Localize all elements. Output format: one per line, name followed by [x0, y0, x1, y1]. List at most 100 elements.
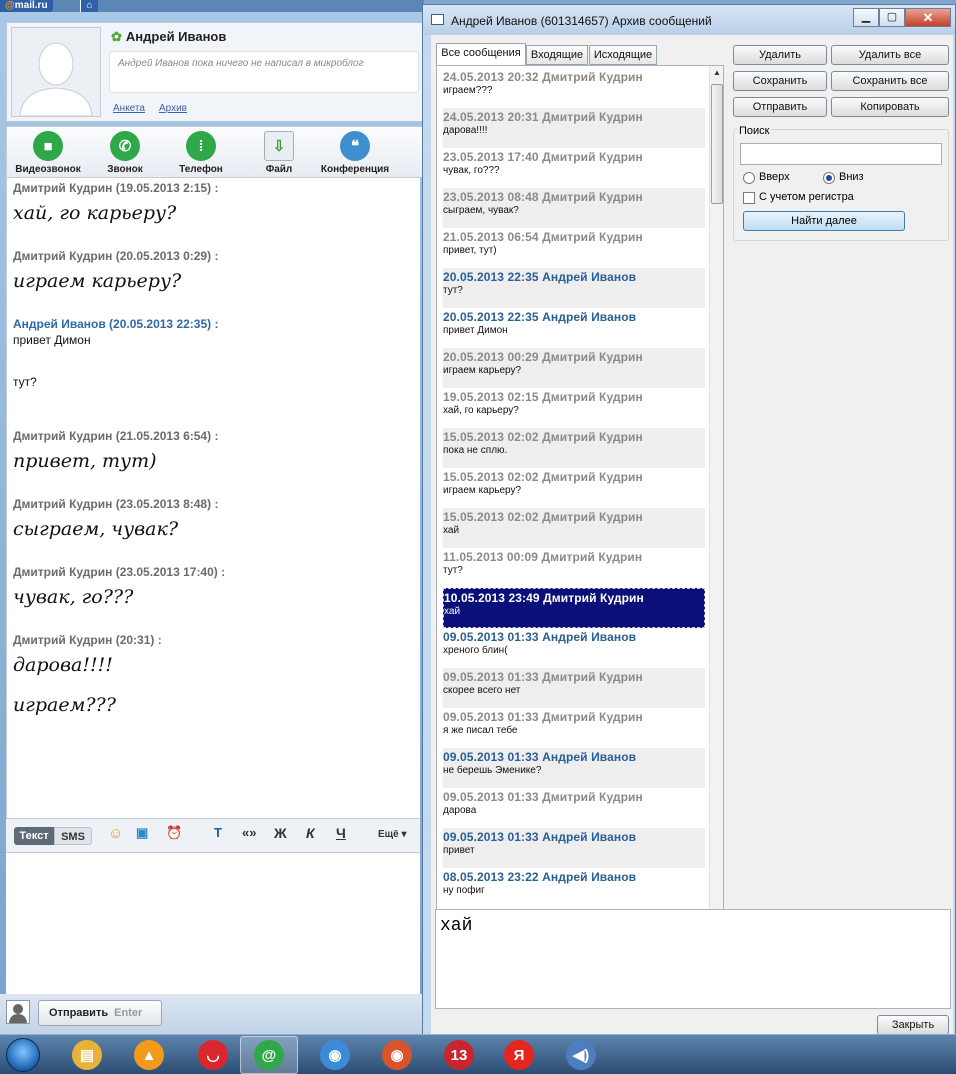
bold-button[interactable]: Ж: [274, 825, 287, 841]
scrollbar-thumb[interactable]: [711, 84, 723, 204]
send-button[interactable]: Отправить Enter: [38, 1000, 162, 1026]
profile-name: ✿ Андрей Иванов: [111, 29, 227, 44]
copy-button[interactable]: Копировать: [831, 97, 949, 117]
message-preview[interactable]: хай: [435, 909, 951, 1009]
file-button[interactable]: ⇩ Файл: [257, 131, 301, 175]
archive-message-body: тут?: [443, 285, 463, 296]
archive-message[interactable]: 11.05.2013 00:09 Дмитрий Кудрин тут?: [443, 548, 705, 588]
profile-link[interactable]: Анкета: [113, 103, 145, 114]
archive-message[interactable]: 20.05.2013 22:35 Андрей Иванов тут?: [443, 268, 705, 308]
sms-mode-tab[interactable]: SMS: [54, 827, 92, 845]
archive-message[interactable]: 20.05.2013 00:29 Дмитрий Кудрин играем ка…: [443, 348, 705, 388]
video-call-button[interactable]: ■ Видеозвонок: [13, 131, 83, 175]
scroll-up-icon[interactable]: ▲: [713, 68, 721, 77]
underline-button[interactable]: Ч: [336, 825, 346, 841]
archive-message[interactable]: 09.05.2013 01:33 Дмитрий Кудрин скорее вс…: [443, 668, 705, 708]
message-sender: Дмитрий Кудрин (20.05.2013 0:29) :: [13, 249, 219, 263]
lips-icon: ◡: [198, 1040, 228, 1070]
volume-icon: ◀): [566, 1040, 596, 1070]
taskbar-button[interactable]: ◉: [306, 1036, 364, 1074]
taskbar-button[interactable]: ◡: [184, 1036, 242, 1074]
delete-button[interactable]: Удалить: [733, 45, 827, 65]
archive-message[interactable]: 20.05.2013 22:35 Андрей Иванов привет Дим…: [443, 308, 705, 348]
archive-message-body: играем карьеру?: [443, 365, 522, 376]
tab-outgoing[interactable]: Исходящие: [589, 45, 657, 65]
taskbar-button[interactable]: @: [240, 1036, 298, 1074]
microblog-status[interactable]: Андрей Иванов пока ничего не написал в м…: [109, 51, 419, 93]
case-sensitive-checkbox[interactable]: [743, 192, 755, 204]
archive-message[interactable]: 09.05.2013 01:33 Андрей Иванов привет: [443, 828, 705, 868]
tab-incoming[interactable]: Входящие: [526, 45, 588, 65]
archive-message[interactable]: 15.05.2013 02:02 Дмитрий Кудрин хай: [443, 508, 705, 548]
mailru-logo[interactable]: @mail.ru: [0, 0, 53, 12]
phone-button[interactable]: ⁞ Телефон: [173, 131, 229, 175]
archive-message-header: 20.05.2013 22:35 Андрей Иванов: [443, 270, 637, 284]
explorer-icon: ▤: [72, 1040, 102, 1070]
archive-message[interactable]: 09.05.2013 01:33 Дмитрий Кудрин я же писа…: [443, 708, 705, 748]
file-download-icon: ⇩: [264, 131, 294, 161]
alarm-icon[interactable]: ⏰: [166, 825, 182, 841]
text-mode-tab[interactable]: Текст: [14, 827, 54, 845]
archive-message[interactable]: 10.05.2013 23:49 Дмитрий Кудрин хай: [443, 588, 705, 628]
profile-links: Анкета Архив: [113, 103, 201, 114]
archive-message[interactable]: 24.05.2013 20:31 Дмитрий Кудрин дарова!!!…: [443, 108, 705, 148]
archive-message-body: хай: [444, 606, 461, 617]
archive-message[interactable]: 21.05.2013 06:54 Дмитрий Кудрин привет, т…: [443, 228, 705, 268]
more-button[interactable]: Ещё ▾: [378, 829, 406, 840]
tv-icon[interactable]: ▣: [136, 825, 148, 841]
tab-all-messages[interactable]: Все сообщения: [436, 43, 526, 66]
smiley-icon[interactable]: ☺: [108, 825, 123, 842]
search-label: Поиск: [737, 125, 772, 137]
archive-message[interactable]: 23.05.2013 08:48 Дмитрий Кудрин сыграем, …: [443, 188, 705, 228]
archive-message-header: 09.05.2013 01:33 Андрей Иванов: [443, 830, 637, 844]
delete-all-button[interactable]: Удалить все: [831, 45, 949, 65]
save-button[interactable]: Сохранить: [733, 71, 827, 91]
maximize-icon[interactable]: ▢: [879, 8, 905, 27]
archive-message[interactable]: 08.05.2013 23:22 Андрей Иванов ну пофиг: [443, 868, 705, 908]
radio-down[interactable]: [823, 172, 835, 184]
start-button[interactable]: [6, 1038, 40, 1072]
text-style-icon[interactable]: T: [214, 825, 222, 840]
taskbar-button[interactable]: ◀): [552, 1036, 610, 1074]
message-list[interactable]: 24.05.2013 20:32 Дмитрий Кудрин играем???…: [436, 65, 724, 933]
archive-titlebar[interactable]: Андрей Иванов (601314657) Архив сообщени…: [423, 5, 955, 35]
call-button[interactable]: ✆ Звонок: [99, 131, 151, 175]
call-toolbar: ■ Видеозвонок ✆ Звонок ⁞ Телефон ⇩ Файл ❝ Кон…: [6, 126, 424, 178]
message-input[interactable]: [6, 852, 420, 994]
send-archive-button[interactable]: Отправить: [733, 97, 827, 117]
find-next-button[interactable]: Найти далее: [743, 211, 905, 231]
quote-button[interactable]: «»: [242, 825, 256, 840]
contact-avatar-icon[interactable]: [6, 1000, 30, 1024]
taskbar-button[interactable]: ▤: [58, 1036, 116, 1074]
archive-message-body: чувак, го???: [443, 165, 500, 176]
avatar[interactable]: [11, 27, 101, 117]
taskbar-button[interactable]: ◉: [368, 1036, 426, 1074]
close-icon[interactable]: ✕: [905, 8, 951, 27]
home-icon[interactable]: ⌂: [80, 0, 98, 12]
search-input[interactable]: [740, 143, 942, 165]
archive-message[interactable]: 23.05.2013 17:40 Дмитрий Кудрин чувак, го…: [443, 148, 705, 188]
radio-up[interactable]: [743, 172, 755, 184]
archive-message[interactable]: 19.05.2013 02:15 Дмитрий Кудрин хай, го к…: [443, 388, 705, 428]
close-button[interactable]: Закрыть: [877, 1015, 949, 1035]
taskbar-button[interactable]: ▲: [120, 1036, 178, 1074]
archive-link[interactable]: Архив: [159, 103, 187, 114]
archive-message[interactable]: 09.05.2013 01:33 Андрей Иванов не берешь …: [443, 748, 705, 788]
taskbar-button[interactable]: 13: [430, 1036, 488, 1074]
message-text: хай, го карьеру?: [13, 202, 177, 224]
archive-message[interactable]: 15.05.2013 02:02 Дмитрий Кудрин играем ка…: [443, 468, 705, 508]
conference-button[interactable]: ❝ Конференция: [317, 131, 393, 175]
archive-message[interactable]: 15.05.2013 02:02 Дмитрий Кудрин пока не с…: [443, 428, 705, 468]
minimize-icon[interactable]: ▁: [853, 8, 879, 27]
scrollbar[interactable]: ▲ ▼: [709, 66, 723, 932]
message-text: привет Димон: [13, 333, 91, 347]
chrome-alt-icon: ◉: [382, 1040, 412, 1070]
archive-message[interactable]: 09.05.2013 01:33 Андрей Иванов хреного бл…: [443, 628, 705, 668]
message-text: чувак, го???: [13, 586, 134, 608]
radio-selected-dot: [826, 175, 832, 181]
italic-button[interactable]: К: [306, 825, 315, 841]
archive-message[interactable]: 24.05.2013 20:32 Дмитрий Кудрин играем???: [443, 68, 705, 108]
archive-message[interactable]: 09.05.2013 01:33 Дмитрий Кудрин дарова: [443, 788, 705, 828]
taskbar-button[interactable]: Я: [490, 1036, 548, 1074]
save-all-button[interactable]: Сохранить все: [831, 71, 949, 91]
